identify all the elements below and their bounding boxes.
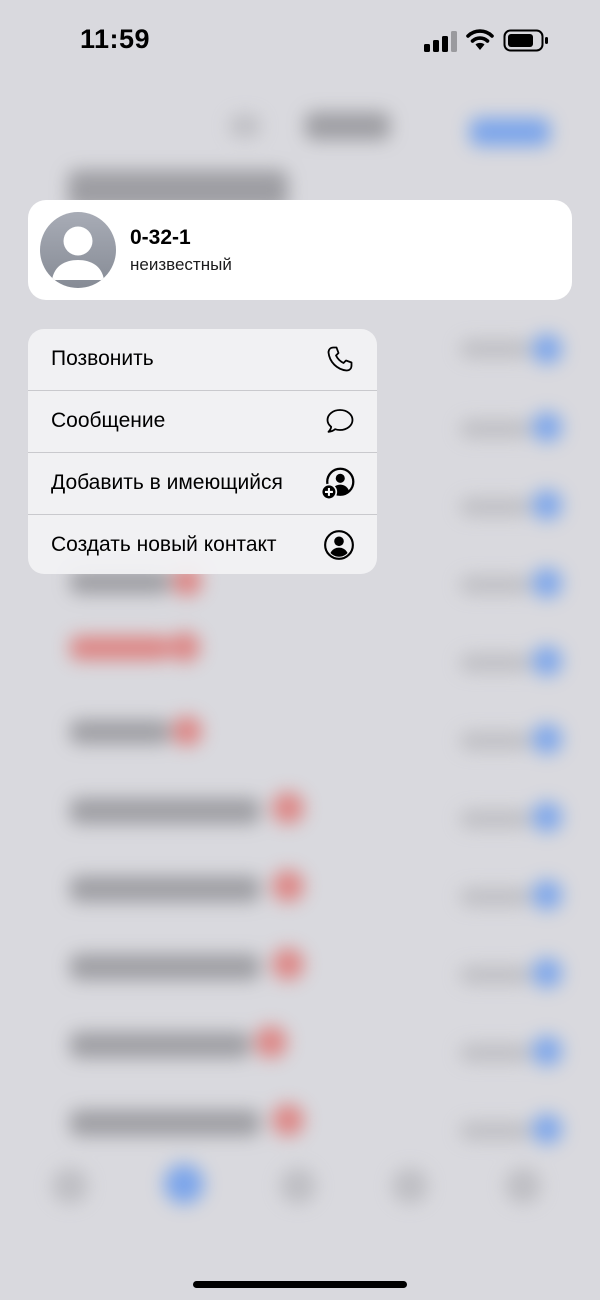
cellular-signal-icon (424, 30, 458, 52)
menu-item-message[interactable]: Сообщение (28, 391, 377, 453)
message-bubble-icon (326, 409, 354, 433)
status-bar: 11:59 (0, 0, 600, 80)
person-silhouette-icon (52, 226, 104, 280)
add-to-contact-icon (321, 467, 355, 501)
menu-item-add-to-existing[interactable]: Добавить в имеющийся (28, 453, 377, 515)
wifi-icon (466, 29, 494, 50)
person-circle-icon (324, 530, 354, 560)
menu-item-label: Позвонить (51, 347, 154, 370)
status-time: 11:59 (80, 24, 151, 54)
home-indicator[interactable] (193, 1281, 407, 1288)
blurred-background-app (0, 0, 600, 1300)
menu-item-label: Добавить в имеющийся (51, 471, 283, 494)
contact-name: 0-32-1 (130, 226, 191, 249)
menu-item-label: Сообщение (51, 409, 166, 432)
context-menu: Позвонить Сообщение Добавить в имеющийся… (28, 329, 377, 574)
contact-preview-card: 0-32-1 неизвестный (28, 200, 572, 300)
menu-item-label: Создать новый контакт (51, 533, 277, 556)
menu-item-create-new-contact[interactable]: Создать новый контакт (28, 515, 377, 574)
menu-item-call[interactable]: Позвонить (28, 329, 377, 391)
battery-icon (503, 29, 548, 52)
phone-icon (327, 346, 353, 372)
contact-subtitle: неизвестный (130, 255, 232, 274)
avatar (40, 212, 116, 288)
